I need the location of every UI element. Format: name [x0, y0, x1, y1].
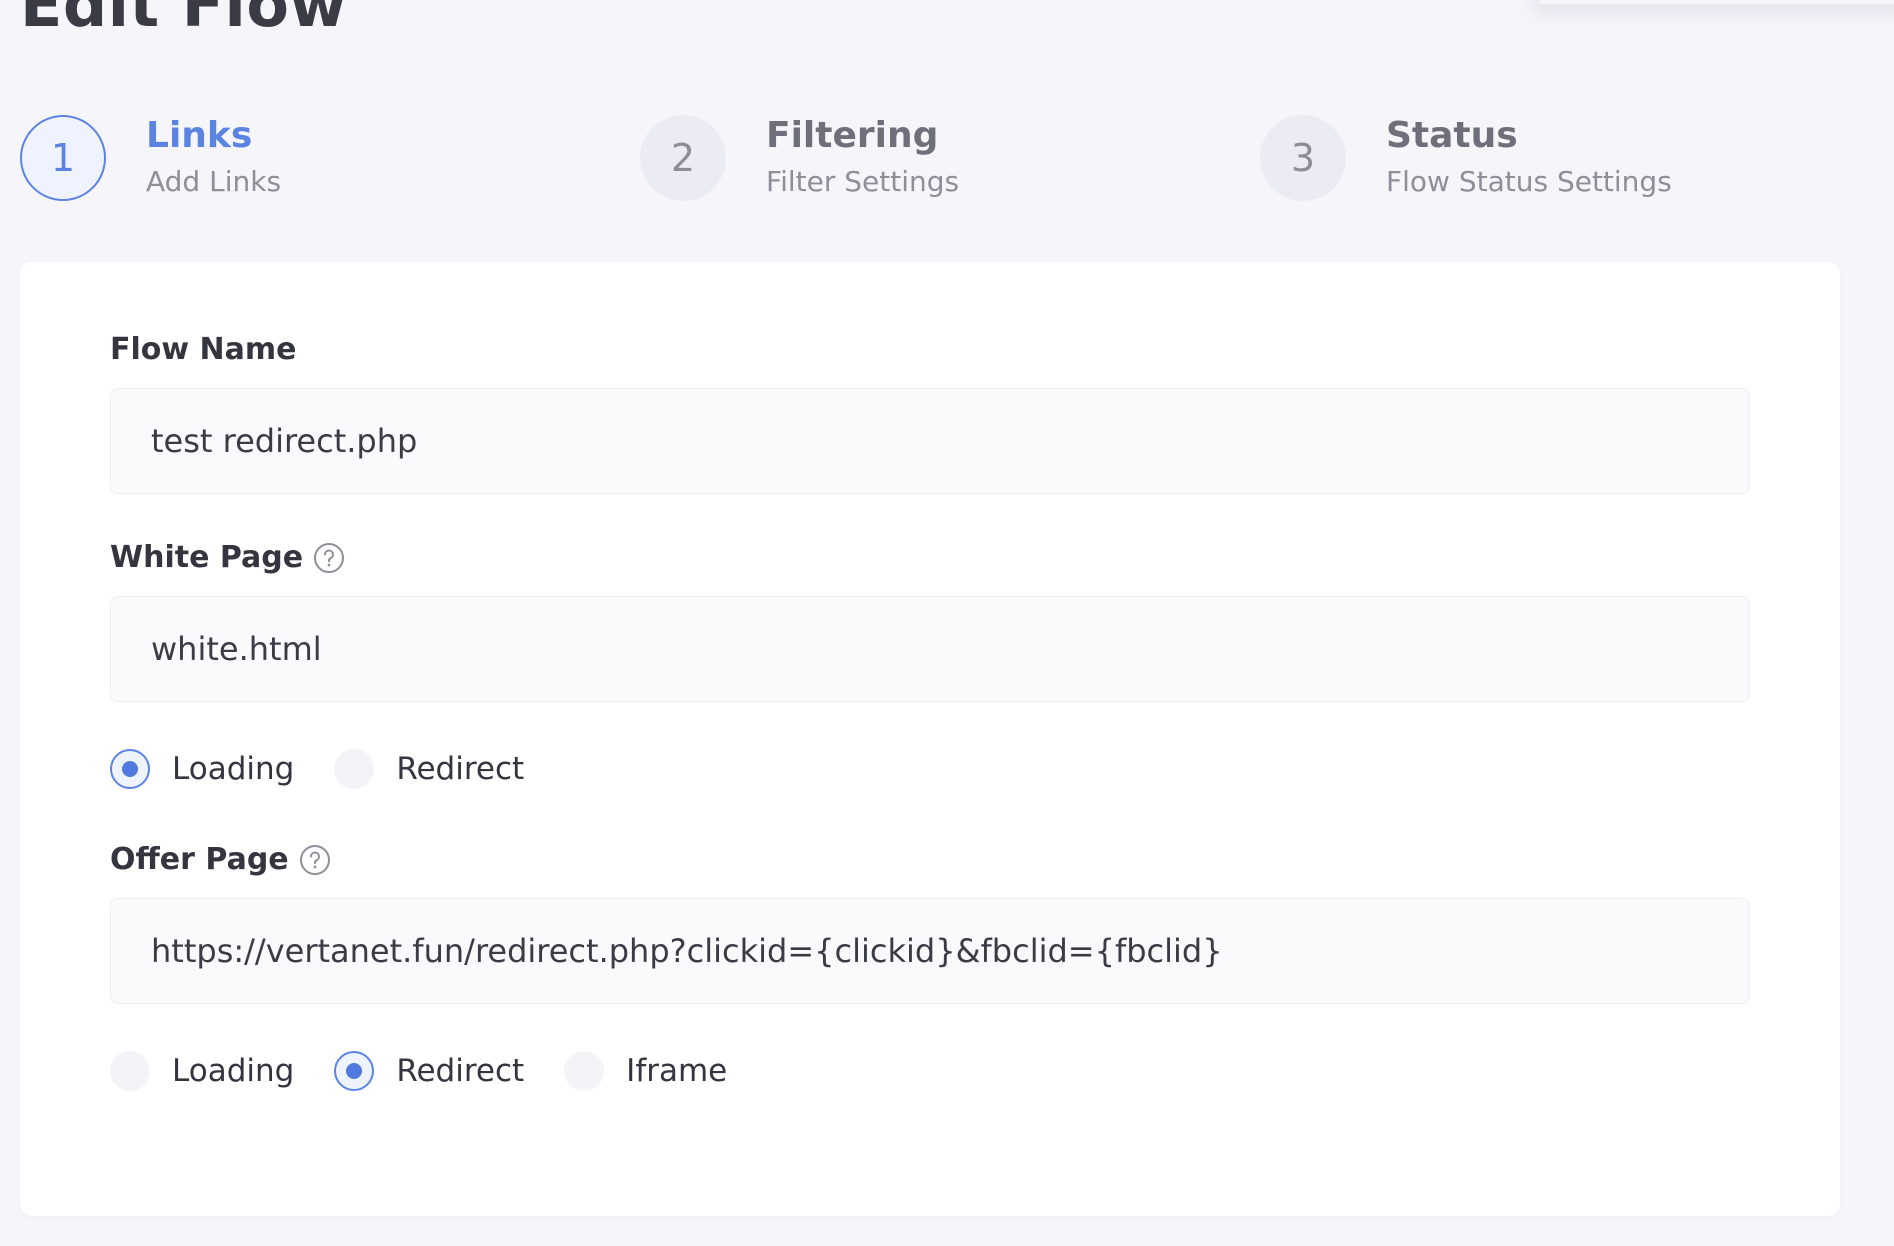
step-title: Filtering [766, 115, 939, 156]
radio-label: Redirect [396, 1053, 525, 1089]
white-page-radio-redirect[interactable]: Redirect [334, 749, 524, 789]
radio-unchecked[interactable] [110, 1051, 150, 1091]
white-page-input[interactable] [110, 596, 1750, 702]
header-shadow [1540, 0, 1894, 4]
offer-page-input[interactable] [110, 898, 1750, 1004]
page-title: Edit Flow [20, 0, 348, 41]
white-page-label: White Page [110, 540, 345, 575]
offer-page-label-text: Offer Page [110, 842, 289, 877]
radio-checked[interactable] [110, 749, 150, 789]
step-status[interactable]: 3 Status Flow Status Settings [1260, 114, 1672, 202]
radio-label: Iframe [626, 1053, 728, 1089]
flow-name-label-text: Flow Name [110, 332, 297, 367]
step-subtitle: Flow Status Settings [1386, 165, 1672, 198]
step-filtering[interactable]: 2 Filtering Filter Settings [640, 114, 959, 202]
flow-name-input[interactable] [110, 388, 1750, 494]
offer-page-mode-group: Loading Redirect Iframe [110, 1050, 767, 1092]
flow-form-card: Flow Name White Page Loading Redirect Of… [20, 262, 1840, 1216]
question-circle-icon[interactable] [313, 542, 345, 574]
radio-label: Loading [172, 1053, 295, 1089]
flow-name-label: Flow Name [110, 332, 297, 367]
radio-label: Redirect [396, 751, 525, 787]
radio-unchecked[interactable] [334, 749, 375, 789]
step-subtitle: Filter Settings [766, 165, 960, 198]
step-title: Status [1386, 115, 1518, 156]
step-title: Links [146, 115, 253, 156]
white-page-radio-loading[interactable]: Loading [110, 749, 294, 789]
white-page-mode-group: Loading Redirect [110, 748, 564, 790]
radio-label: Loading [172, 751, 295, 787]
offer-page-radio-redirect[interactable]: Redirect [334, 1051, 524, 1091]
offer-page-radio-loading[interactable]: Loading [110, 1051, 294, 1091]
offer-page-radio-iframe[interactable]: Iframe [564, 1051, 727, 1091]
radio-unchecked[interactable] [564, 1051, 605, 1091]
step-number: 3 [1260, 115, 1346, 201]
radio-checked[interactable] [334, 1051, 375, 1091]
step-number: 2 [640, 115, 726, 201]
white-page-label-text: White Page [110, 540, 304, 575]
step-links[interactable]: 1 Links Add Links [20, 114, 281, 202]
question-circle-icon[interactable] [299, 844, 331, 876]
offer-page-label: Offer Page [110, 842, 331, 877]
step-subtitle: Add Links [146, 165, 282, 198]
stepper: 1 Links Add Links 2 Filtering Filter Set… [20, 114, 1880, 204]
step-number: 1 [20, 115, 106, 201]
